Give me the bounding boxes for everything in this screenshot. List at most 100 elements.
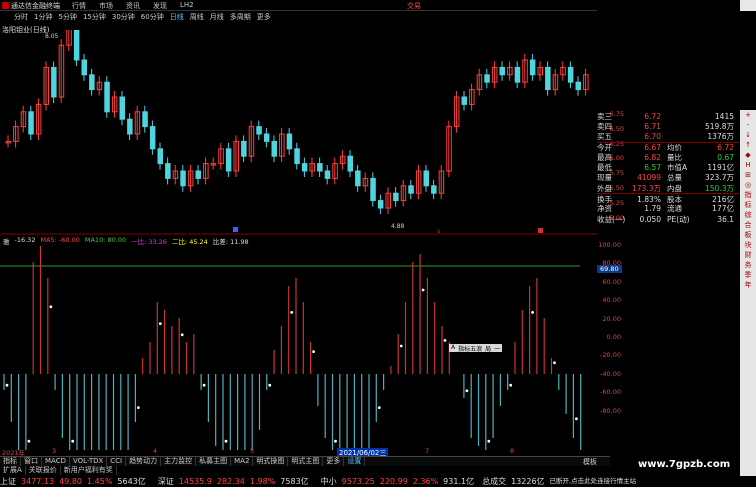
period-monthly[interactable]: 月线 xyxy=(210,12,224,23)
indicator-tab[interactable]: CCI xyxy=(107,457,127,466)
popup-lock[interactable]: 局 xyxy=(485,344,491,353)
quote-row: 买五 6.70 1376万 xyxy=(597,132,741,142)
candle xyxy=(431,185,437,194)
indicator-value: -16.32 xyxy=(14,236,36,244)
total-label: 总成交 xyxy=(482,477,507,486)
rightbar-item[interactable]: 财 xyxy=(740,250,756,260)
rightbar-item[interactable]: ↑ xyxy=(740,140,756,150)
bottom-tab[interactable]: 扩展A xyxy=(0,466,26,475)
menu-discover[interactable]: 发现 xyxy=(153,1,167,11)
candle xyxy=(89,74,95,91)
rightbar-item[interactable]: H xyxy=(740,160,756,170)
candle xyxy=(104,81,110,113)
candlestick-chart[interactable] xyxy=(0,30,597,235)
period-60min[interactable]: 60分钟 xyxy=(141,12,164,23)
period-1min[interactable]: 1分钟 xyxy=(34,12,52,23)
indicator-tab[interactable]: 趋势动力 xyxy=(126,457,162,466)
indicator-tab[interactable]: MACD xyxy=(42,457,70,466)
quote-value2: 6.72 xyxy=(717,143,734,153)
candle xyxy=(317,163,323,172)
menu-quotes[interactable]: 行情 xyxy=(72,1,86,11)
indicator-dot xyxy=(312,350,315,353)
popup-minus[interactable]: 一 xyxy=(494,344,500,353)
rightbar-item[interactable]: 综 xyxy=(740,210,756,220)
connect-link[interactable]: 已断开,点击此处连接行情主站 xyxy=(550,476,637,487)
indicator-dot xyxy=(71,439,75,443)
period-multi[interactable]: 多周期 xyxy=(230,12,251,23)
indicator-tab[interactable]: VOL-TDX xyxy=(70,457,108,466)
period-15min[interactable]: 15分钟 xyxy=(83,12,106,23)
indicator-tab[interactable]: 主力监控 xyxy=(161,457,197,466)
rightbar-item[interactable]: ⊞ xyxy=(740,170,756,180)
menu-news[interactable]: 资讯 xyxy=(126,1,140,11)
rightbar-item[interactable]: + xyxy=(740,110,756,120)
indicator-tab[interactable]: 明式主图 xyxy=(288,457,324,466)
popup-title[interactable]: 指标五浪 xyxy=(458,344,482,353)
indicator-dot xyxy=(377,406,381,409)
quote-value: 1.79 xyxy=(644,204,661,214)
period-daily[interactable]: 日线 xyxy=(170,12,184,23)
app-logo-icon xyxy=(2,2,9,9)
rightbar-item[interactable]: 季 xyxy=(740,270,756,280)
indicator-tab[interactable]: 设置 xyxy=(344,457,366,466)
rightbar-item[interactable]: ◎ xyxy=(740,180,756,190)
bottom-tab[interactable]: 新用户福利有奖 xyxy=(61,466,117,475)
high-price-label: 8.05 xyxy=(45,33,59,40)
candle xyxy=(263,133,270,142)
rightbar-item[interactable]: 指 xyxy=(740,190,756,200)
candle xyxy=(377,200,384,209)
sz-pct: 1.98% xyxy=(249,477,276,486)
rightbar-item[interactable]: 务 xyxy=(740,260,756,270)
indicator-tab[interactable]: 指标 xyxy=(0,457,21,466)
template-tab[interactable]: 模板 xyxy=(583,457,597,467)
menu-lh2[interactable]: LH2 xyxy=(180,1,194,11)
candle xyxy=(256,126,262,135)
date-axis: 2021年345678 xyxy=(0,447,597,457)
candle xyxy=(567,66,574,83)
rightbar-item[interactable]: 板 xyxy=(740,230,756,240)
indicator-dot xyxy=(531,311,534,314)
period-5min[interactable]: 5分钟 xyxy=(58,12,76,23)
indicator-tab[interactable]: 窗口 xyxy=(21,457,42,466)
period-fenshi[interactable]: 分时 xyxy=(14,12,28,23)
trade-link[interactable]: 交易 xyxy=(407,1,421,11)
quote-value: 6.67 xyxy=(644,143,661,153)
rightbar-item[interactable]: - xyxy=(740,120,756,130)
indicator-tab[interactable]: 明式操图 xyxy=(253,457,289,466)
rightbar-item[interactable]: 合 xyxy=(740,220,756,230)
bottom-tab[interactable]: 关联报价 xyxy=(26,466,61,475)
main-menu: 行情 市场 资讯 发现 LH2 xyxy=(72,1,194,11)
quote-row: 卖四 6.71 519.8万 xyxy=(597,121,741,131)
period-weekly[interactable]: 周线 xyxy=(190,12,204,23)
popup-a[interactable]: A xyxy=(451,344,455,352)
indicator-chart[interactable] xyxy=(0,245,597,450)
indicator-dot xyxy=(158,322,162,325)
sz-volume: 7583亿 xyxy=(280,477,309,486)
candle xyxy=(119,96,125,120)
bottom-tabs: 扩展A 关联报价 新用户福利有奖 xyxy=(0,466,200,475)
indicator-dot xyxy=(49,305,53,309)
candle xyxy=(241,140,247,157)
marker-icon: s xyxy=(437,228,441,235)
quote-value2: 150.3万 xyxy=(705,183,734,193)
menu-market[interactable]: 市场 xyxy=(99,1,113,11)
candle xyxy=(180,170,186,187)
quote-row: 收益(一) 0.050 PE(动) 36.1 xyxy=(597,214,741,224)
indicator-tab[interactable]: 更多 xyxy=(323,457,345,466)
quote-value: 6.82 xyxy=(644,152,661,162)
indicator-tab[interactable]: MA2 xyxy=(231,457,254,466)
rightbar-item[interactable]: ↓ xyxy=(740,130,756,140)
indicator-name[interactable]: 雅 xyxy=(3,236,10,246)
candle xyxy=(157,148,163,165)
rightbar-item[interactable]: 块 xyxy=(740,240,756,250)
rightbar-item[interactable]: 标 xyxy=(740,200,756,210)
indicator-tab[interactable]: 私募主图 xyxy=(196,457,232,466)
period-more[interactable]: 更多 xyxy=(257,12,271,23)
indicator-popup[interactable]: A 指标五浪 局 一 xyxy=(449,344,503,353)
indicator-tick: -60.00 xyxy=(600,388,621,397)
low-price-label: 4.88 xyxy=(391,223,405,230)
rightbar-item[interactable]: 年 xyxy=(740,280,756,290)
indicator-dot xyxy=(290,311,294,314)
rightbar-item[interactable]: ◆ xyxy=(740,150,756,160)
period-30min[interactable]: 30分钟 xyxy=(112,12,135,23)
